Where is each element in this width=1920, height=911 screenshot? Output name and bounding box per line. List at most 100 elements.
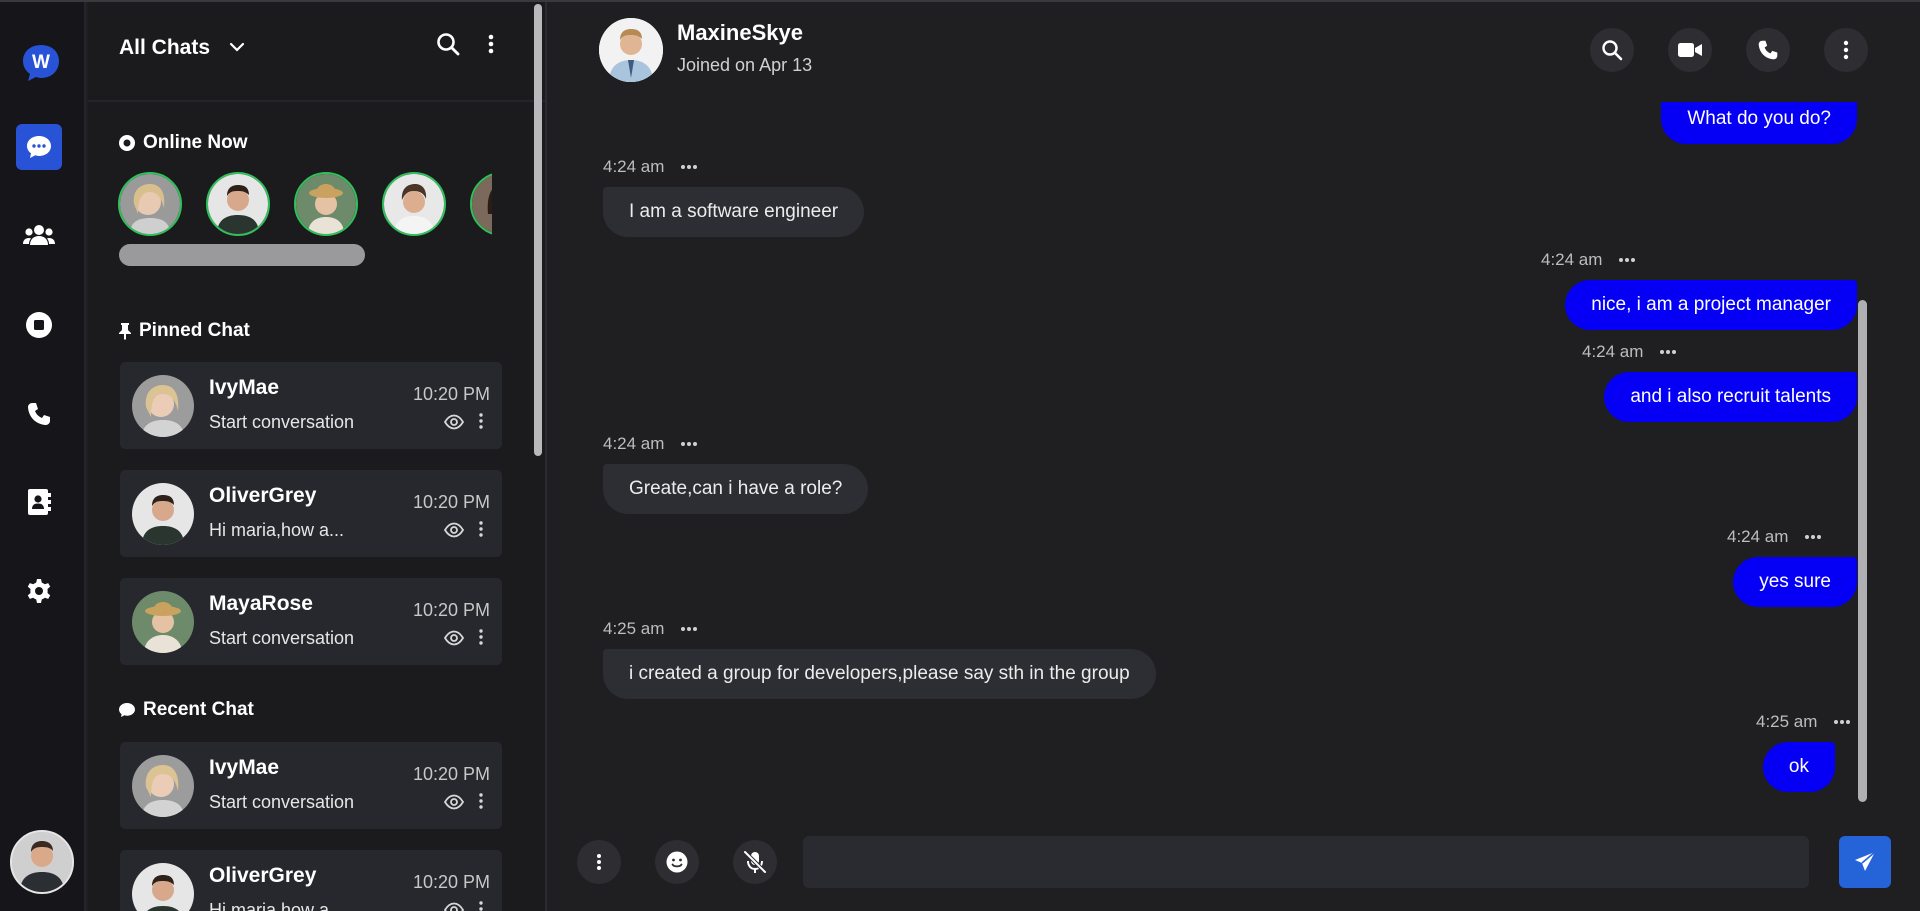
message-bubble-outgoing[interactable]: What do you do?: [1661, 102, 1857, 144]
online-user-avatar[interactable]: [294, 172, 358, 236]
pinned-chat-item[interactable]: MayaRose Start conversation 10:20 PM: [120, 578, 502, 665]
recent-chat-label: Recent Chat: [143, 699, 254, 720]
message-preview: Hi maria,how a...: [209, 520, 345, 540]
emoji-button[interactable]: [655, 840, 699, 884]
message-bubble-outgoing[interactable]: ok: [1762, 742, 1835, 792]
chat-list-scrollbar[interactable]: [534, 4, 542, 456]
chat-icon: [25, 134, 53, 160]
message-input[interactable]: [803, 836, 1809, 888]
message-bubble-outgoing[interactable]: nice, i am a project manager: [1565, 280, 1857, 330]
message-time: 4:24 am: [1582, 342, 1644, 361]
recent-chat-item[interactable]: IvyMae Start conversation 10:20 PM: [120, 742, 502, 829]
contacts-icon: [26, 488, 52, 516]
message-time: 10:20 PM: [412, 872, 490, 892]
more-horizontal-icon[interactable]: [680, 441, 698, 447]
more-horizontal-icon[interactable]: [1659, 349, 1677, 355]
more-horizontal-icon[interactable]: [680, 164, 698, 170]
message-list-scrollbar[interactable]: [1858, 300, 1867, 802]
message-preview: Start conversation: [209, 792, 355, 812]
stop-circle-icon: [25, 311, 53, 339]
chat-list-header: All Chats: [88, 2, 545, 102]
online-user-avatar[interactable]: [382, 172, 446, 236]
message-time: 10:20 PM: [412, 764, 490, 784]
nav-status-button[interactable]: [16, 302, 62, 348]
message-time: 4:24 am: [603, 157, 665, 176]
pinned-chat-item[interactable]: OliverGrey Hi maria,how a... 10:20 PM: [120, 470, 502, 557]
voice-call-button[interactable]: [1746, 28, 1790, 72]
more-vertical-icon[interactable]: [479, 901, 483, 911]
smiley-icon: [665, 850, 689, 874]
pinned-chat-label: Pinned Chat: [139, 320, 250, 341]
more-vertical-icon[interactable]: [488, 34, 494, 54]
more-horizontal-icon[interactable]: [1618, 257, 1636, 263]
message-time: 10:20 PM: [412, 600, 490, 620]
message-time: 4:24 am: [603, 434, 665, 453]
attachment-menu-button[interactable]: [577, 840, 621, 884]
eye-icon[interactable]: [444, 522, 464, 538]
message-meta: 4:24 am: [603, 157, 698, 177]
nav-calls-button[interactable]: [16, 391, 62, 437]
video-call-button[interactable]: [1668, 28, 1712, 72]
more-vertical-icon[interactable]: [479, 521, 483, 537]
message-bubble-incoming[interactable]: Greate,can i have a role?: [603, 464, 869, 514]
online-user-avatar[interactable]: [118, 172, 182, 236]
more-horizontal-icon[interactable]: [1804, 534, 1822, 540]
nav-groups-button[interactable]: [16, 212, 62, 258]
pinned-chat-heading: Pinned Chat: [118, 320, 250, 342]
message-time: 4:25 am: [1756, 712, 1818, 731]
online-users-row: [118, 172, 492, 242]
search-icon[interactable]: [436, 32, 460, 56]
message-preview: Start conversation: [209, 412, 355, 432]
users-icon: [23, 223, 55, 247]
online-user-avatar[interactable]: [470, 172, 492, 236]
message-bubble-incoming[interactable]: i created a group for developers,please …: [603, 649, 1156, 699]
contact-avatar: [132, 591, 194, 653]
conversation-more-button[interactable]: [1824, 28, 1868, 72]
microphone-button[interactable]: [733, 840, 777, 884]
eye-icon[interactable]: [444, 902, 464, 911]
microphone-off-icon: [742, 849, 768, 875]
pin-icon: [118, 322, 132, 340]
user-avatar[interactable]: [10, 830, 74, 894]
message-preview: Start conversation: [209, 628, 355, 648]
message-bubble-incoming[interactable]: I am a software engineer: [603, 187, 865, 237]
chevron-down-icon[interactable]: [228, 38, 246, 56]
chat-filter-title[interactable]: All Chats: [119, 36, 210, 60]
contact-name: IvyMae: [209, 756, 280, 779]
contact-avatar: [132, 483, 194, 545]
recent-chat-item[interactable]: OliverGrey Hi maria,how a... 10:20 PM: [120, 850, 502, 911]
chat-list-panel: All Chats Online Now Pinned Chat IvyMae …: [88, 2, 547, 911]
send-button[interactable]: [1839, 836, 1891, 888]
more-vertical-icon[interactable]: [479, 629, 483, 645]
online-user-avatar[interactable]: [206, 172, 270, 236]
contact-avatar[interactable]: [599, 18, 663, 82]
more-vertical-icon: [596, 853, 602, 871]
message-bubble-outgoing[interactable]: yes sure: [1733, 557, 1857, 607]
online-row-scrollbar[interactable]: [119, 244, 365, 266]
pinned-chat-item[interactable]: IvyMae Start conversation 10:20 PM: [120, 362, 502, 449]
nav-chats-button[interactable]: [16, 124, 62, 170]
nav-settings-button[interactable]: [16, 568, 62, 614]
more-horizontal-icon[interactable]: [680, 626, 698, 632]
contact-name: OliverGrey: [209, 484, 317, 507]
contact-name: IvyMae: [209, 376, 280, 399]
contact-avatar: [132, 863, 194, 911]
search-button[interactable]: [1590, 28, 1634, 72]
eye-icon[interactable]: [444, 794, 464, 810]
message-meta: 4:24 am: [1727, 527, 1822, 547]
online-now-heading: Online Now: [118, 132, 248, 154]
nav-contacts-button[interactable]: [16, 479, 62, 525]
app-logo[interactable]: W: [18, 40, 64, 86]
comment-icon: [118, 702, 136, 718]
more-vertical-icon[interactable]: [479, 413, 483, 429]
online-now-label: Online Now: [143, 132, 248, 153]
message-bubble-outgoing[interactable]: and i also recruit talents: [1604, 372, 1857, 422]
message-preview: Hi maria,how a...: [209, 900, 345, 911]
more-horizontal-icon[interactable]: [1833, 719, 1851, 725]
message-meta: 4:24 am: [1541, 250, 1636, 270]
more-vertical-icon[interactable]: [479, 793, 483, 809]
eye-icon[interactable]: [444, 414, 464, 430]
eye-icon[interactable]: [444, 630, 464, 646]
message-meta: 4:25 am: [1756, 712, 1851, 732]
contact-name: MaxineSkye: [677, 20, 803, 45]
